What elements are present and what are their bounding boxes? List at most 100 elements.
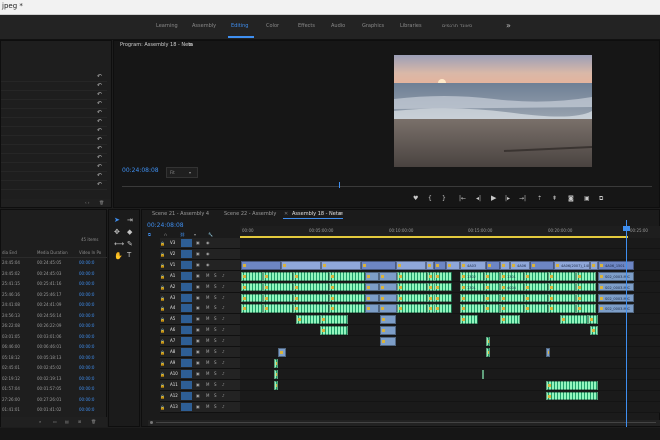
- nest-icon[interactable]: ⧉: [148, 232, 151, 237]
- audio-clip[interactable]: [320, 315, 348, 325]
- wrench-icon[interactable]: 🔧: [208, 232, 213, 237]
- audio-clip[interactable]: [546, 348, 550, 357]
- audio-clip[interactable]: [379, 282, 397, 292]
- history-row[interactable]: ↶: [1, 109, 107, 118]
- close-icon[interactable]: ✕: [284, 211, 288, 217]
- program-timecode[interactable]: 00:24:08:08: [122, 167, 159, 174]
- audio-clip[interactable]: [484, 293, 500, 303]
- mute-toggle[interactable]: M: [206, 338, 209, 343]
- type-icon[interactable]: T: [127, 251, 131, 259]
- audio-clip[interactable]: [365, 304, 379, 314]
- track-header[interactable]: 🔒 A10 ▣ M S ♪: [160, 368, 240, 380]
- video-clip[interactable]: [590, 260, 598, 270]
- undo-icon[interactable]: ↶: [97, 145, 102, 152]
- mic-icon[interactable]: ♪: [222, 338, 225, 343]
- trash-icon[interactable]: 🗑: [91, 419, 96, 424]
- table-row[interactable]: 06:46:00 00:06:46:01 00:00:0: [1, 342, 107, 352]
- audio-clip[interactable]: 4004: [500, 282, 524, 292]
- undo-icon[interactable]: ↶: [97, 73, 102, 80]
- step-forward-icon[interactable]: |▸: [505, 195, 510, 202]
- source-patch[interactable]: [181, 380, 192, 389]
- sync-lock-icon[interactable]: ▣: [196, 404, 200, 409]
- audio-clip[interactable]: [484, 271, 500, 281]
- ripple-edit-icon[interactable]: ✥: [114, 228, 120, 236]
- timeline-playhead[interactable]: [626, 220, 627, 427]
- audio-clip[interactable]: [278, 348, 286, 357]
- sync-lock-icon[interactable]: ▣: [196, 316, 200, 321]
- video-clip[interactable]: [321, 260, 361, 270]
- mute-toggle[interactable]: M: [206, 295, 209, 300]
- audio-clip[interactable]: [434, 271, 452, 281]
- track-header[interactable]: 🔒 A1 ▣ M S ♪: [160, 270, 240, 282]
- tab-learning[interactable]: Learning: [156, 23, 178, 29]
- track-lane[interactable]: [240, 401, 660, 413]
- hand-icon[interactable]: ✋: [114, 252, 123, 260]
- audio-clip[interactable]: [460, 315, 478, 325]
- lock-icon[interactable]: 🔒: [160, 252, 165, 257]
- audio-clip[interactable]: [524, 282, 548, 292]
- audio-clip[interactable]: 1302: [460, 271, 484, 281]
- mic-icon[interactable]: ♪: [222, 371, 225, 376]
- new-bin-icon[interactable]: ⊞: [78, 419, 81, 424]
- tab-editing[interactable]: Editing: [231, 23, 248, 29]
- audio-clip[interactable]: [460, 293, 484, 303]
- audio-clip[interactable]: [379, 271, 397, 281]
- audio-clip[interactable]: [548, 304, 576, 314]
- mic-icon[interactable]: ♪: [222, 284, 225, 289]
- column-media-end[interactable]: dia End: [2, 250, 17, 255]
- timeline-tab-scene-22[interactable]: Scene 22 - Assembly: [224, 211, 276, 217]
- audio-clip[interactable]: [293, 282, 329, 292]
- go-to-out-icon[interactable]: →|: [519, 195, 526, 202]
- video-clip[interactable]: [361, 260, 396, 270]
- mute-toggle[interactable]: M: [206, 273, 209, 278]
- tab-libraries[interactable]: Libraries: [400, 23, 422, 29]
- audio-clip[interactable]: [293, 271, 329, 281]
- source-patch[interactable]: [181, 348, 192, 356]
- undo-icon[interactable]: ↶: [97, 100, 102, 107]
- compare-icon[interactable]: ▣: [584, 195, 590, 202]
- timeline-tab-assembly-18[interactable]: Assembly 18 - Neta: [292, 211, 341, 217]
- track-header[interactable]: 🔒 A12 ▣ M S ♪: [160, 390, 240, 402]
- solo-toggle[interactable]: S: [214, 295, 217, 300]
- tab-color[interactable]: Color: [266, 23, 279, 29]
- audio-clip[interactable]: [560, 315, 588, 325]
- audio-clip[interactable]: [576, 271, 596, 281]
- tab-graphics[interactable]: Graphics: [362, 23, 384, 29]
- mute-toggle[interactable]: M: [206, 371, 209, 376]
- audio-clip[interactable]: S02_0003.MIC: [598, 304, 634, 314]
- mic-icon[interactable]: ♪: [222, 327, 225, 332]
- table-row[interactable]: 03:01:05 00:03:01:06 00:00:0: [1, 332, 107, 342]
- track-lane[interactable]: [240, 347, 660, 358]
- mute-toggle[interactable]: M: [206, 327, 209, 332]
- sync-lock-icon[interactable]: ▣: [196, 349, 200, 354]
- solo-toggle[interactable]: S: [214, 338, 217, 343]
- track-header[interactable]: 🔒 A5 ▣ M S ♪: [160, 314, 240, 326]
- solo-toggle[interactable]: S: [214, 404, 217, 409]
- eye-icon[interactable]: ◉: [206, 251, 210, 256]
- scrollbar-handle-left[interactable]: [150, 421, 153, 424]
- video-clip[interactable]: [241, 260, 281, 270]
- sync-lock-icon[interactable]: ▣: [196, 393, 200, 398]
- track-header[interactable]: 🔒 A6 ▣ M S ♪: [160, 325, 240, 337]
- undo-icon[interactable]: ↶: [97, 127, 102, 134]
- lock-icon[interactable]: 🔒: [160, 317, 165, 322]
- sync-lock-icon[interactable]: ▣: [196, 284, 200, 289]
- new-item-icon[interactable]: ▤: [65, 419, 69, 424]
- track-header[interactable]: 🔒 A11 ▣ M S ♪: [160, 379, 240, 391]
- audio-clip[interactable]: [329, 282, 365, 292]
- mic-icon[interactable]: ♪: [222, 295, 225, 300]
- lock-icon[interactable]: 🔒: [160, 350, 165, 355]
- track-header[interactable]: 🔒 A7 ▣ M S ♪: [160, 336, 240, 348]
- lock-icon[interactable]: 🔒: [160, 241, 165, 246]
- source-patch[interactable]: [181, 260, 192, 269]
- table-row[interactable]: 24:56:13 00:24:56:14 00:00:0: [1, 311, 107, 321]
- selection-tool-icon[interactable]: ➤: [114, 216, 120, 224]
- video-clip[interactable]: [396, 260, 426, 270]
- audio-clip[interactable]: [365, 293, 379, 303]
- mic-icon[interactable]: ♪: [222, 305, 225, 310]
- audio-clip[interactable]: [380, 337, 396, 346]
- video-clip[interactable]: [434, 260, 446, 270]
- mute-toggle[interactable]: M: [206, 305, 209, 310]
- track-lane[interactable]: [240, 248, 660, 260]
- audio-clip[interactable]: [486, 348, 490, 357]
